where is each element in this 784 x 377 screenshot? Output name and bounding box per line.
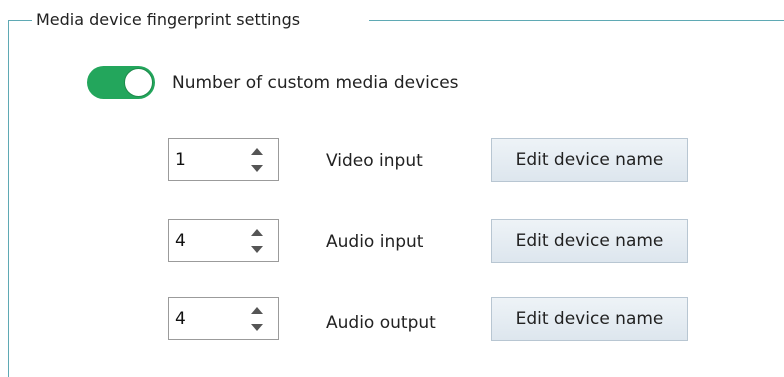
- audio-output-label: Audio output: [326, 313, 436, 333]
- spin-down-icon[interactable]: [249, 242, 265, 256]
- spin-down-icon[interactable]: [249, 320, 265, 334]
- video-input-spinner[interactable]: 1: [168, 138, 279, 181]
- edit-audio-input-name-button[interactable]: Edit device name: [491, 219, 688, 263]
- group-border-top-left: [8, 20, 32, 21]
- edit-video-input-name-button[interactable]: Edit device name: [491, 138, 688, 182]
- group-border-top-right: [369, 20, 784, 21]
- audio-output-spinner[interactable]: 4: [168, 297, 279, 340]
- group-title: Media device fingerprint settings: [36, 10, 301, 29]
- custom-media-devices-toggle[interactable]: [87, 66, 155, 99]
- spin-up-icon[interactable]: [249, 303, 265, 317]
- spinner-value[interactable]: 4: [175, 308, 186, 330]
- edit-audio-output-name-button[interactable]: Edit device name: [491, 297, 688, 341]
- spinner-value[interactable]: 1: [175, 149, 186, 171]
- toggle-label: Number of custom media devices: [172, 73, 459, 93]
- video-input-label: Video input: [326, 151, 423, 171]
- audio-input-label: Audio input: [326, 232, 424, 252]
- spin-down-icon[interactable]: [249, 161, 265, 175]
- spin-up-icon[interactable]: [249, 144, 265, 158]
- spin-up-icon[interactable]: [249, 225, 265, 239]
- toggle-knob: [124, 68, 153, 97]
- spinner-value[interactable]: 4: [175, 230, 186, 252]
- group-border-left: [8, 20, 9, 377]
- audio-input-spinner[interactable]: 4: [168, 219, 279, 262]
